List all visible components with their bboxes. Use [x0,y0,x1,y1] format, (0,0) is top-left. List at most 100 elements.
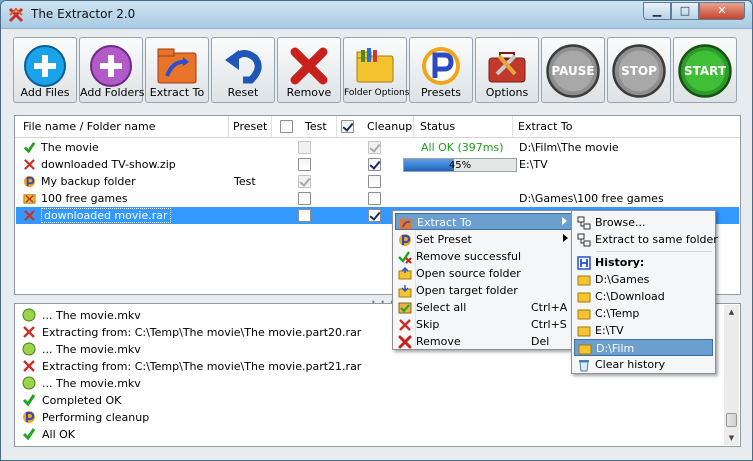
toolbar: Add Files Add Folders Extract To Reset R… [13,37,741,103]
menu-item-remove-successful[interactable]: Remove successful [395,248,572,265]
column-separator[interactable] [512,116,513,138]
history-item[interactable]: D:\Games [574,271,713,288]
menu-item-set-preset[interactable]: Set Preset [395,231,572,248]
column-separator[interactable] [413,116,414,138]
menu-item-label: Remove [416,335,461,348]
add-files-icon [24,45,66,87]
file-row[interactable]: The movie All OK (397ms) D:\Film\The mov… [16,139,739,156]
submenu-clear-history[interactable]: Clear history [574,356,713,373]
menu-item-label: Remove successful [416,250,522,263]
test-checkbox[interactable] [298,158,311,171]
history-item[interactable]: C:\Download [574,288,713,305]
options-icon [488,52,526,83]
folder-icon [577,326,591,337]
log-text: All OK [42,428,76,441]
submenu-browse[interactable]: Browse... [574,214,713,231]
reset-button[interactable]: Reset [211,37,275,103]
folder-icon [23,194,36,204]
history-item[interactable]: C:\Temp [574,305,713,322]
test-checkbox[interactable] [298,175,311,188]
remove-button[interactable]: Remove [277,37,341,103]
title-bar: The Extractor 2.0 ▁ □ ✕ [1,1,752,29]
extract-to-button[interactable]: Extract To [145,37,209,103]
history-item-selected[interactable]: D:\Film [574,339,713,356]
submenu-same-folder[interactable]: Extract to same folder [574,231,718,248]
header-preset[interactable]: Preset [233,120,267,133]
log-text: ... The movie.mkv [42,343,141,356]
header-test[interactable]: Test [305,120,327,133]
start-button[interactable]: START [673,37,737,103]
menu-item-label: Skip [416,318,440,331]
close-button[interactable]: ✕ [699,2,745,20]
folder-options-button[interactable]: Folder Options [343,37,410,103]
close-icon: ✕ [717,4,727,17]
menu-item-open-source-folder[interactable]: Open source folder [395,265,572,282]
cleanup-checkbox[interactable] [368,175,381,188]
app-logo-icon [8,7,24,23]
submenu-label: Extract to same folder [595,233,718,246]
submenu-arrow-icon [562,217,567,225]
test-checkbox[interactable] [298,192,311,205]
reset-label: Reset [227,86,259,99]
file-row[interactable]: downloaded TV-show.zip 45% E:\TV [16,156,739,173]
header-status[interactable]: Status [420,120,455,133]
menu-item-remove[interactable]: Remove Del [395,333,572,350]
extract-to-submenu: Browse... Extract to same folder History… [571,210,718,374]
log-scrollbar[interactable]: ▲ ▼ [724,305,739,445]
presets-button[interactable]: Presets [409,37,473,103]
menu-item-open-target-folder[interactable]: Open target folder [395,282,572,299]
file-row[interactable]: 100 free games D:\Games\100 free games [16,190,739,207]
maximize-button[interactable]: □ [671,2,699,20]
log-text: Extracting from: C:\Temp\The movie\The m… [42,360,362,373]
pause-button[interactable]: PAUSE [541,37,605,103]
file-list-header: File name / Folder name Preset Test Clea… [15,116,740,138]
header-cleanup-checkbox[interactable] [341,120,354,133]
scroll-down-icon[interactable]: ▼ [724,431,739,445]
stop-button[interactable]: STOP [607,37,671,103]
check-x-icon [398,251,412,264]
minimize-button[interactable]: ▁ [643,2,671,20]
header-test-checkbox[interactable] [280,120,293,133]
test-checkbox[interactable] [298,209,311,222]
history-path: D:\Film [596,342,635,355]
options-button[interactable]: Options [475,37,539,103]
add-files-button[interactable]: Add Files [13,37,77,103]
mkv-icon [22,308,36,322]
history-path: C:\Temp [595,307,640,320]
pause-text: PAUSE [551,64,595,78]
row-name: My backup folder [41,175,136,188]
submenu-history-header: History: [574,254,713,271]
remove-icon [398,335,412,349]
menu-item-extract-to[interactable]: Extract To [395,213,572,230]
add-folders-button[interactable]: Add Folders [79,37,145,103]
menu-item-label: Set Preset [416,233,472,246]
test-checkbox[interactable] [298,141,311,154]
history-item[interactable]: E:\TV [574,322,713,339]
column-separator[interactable] [271,116,272,138]
row-status: All OK (397ms) [421,141,504,154]
cleanup-checkbox[interactable] [368,158,381,171]
header-cleanup[interactable]: Cleanup [367,120,412,133]
menu-item-skip[interactable]: Skip Ctrl+S [395,316,572,333]
mkv-icon [22,342,36,356]
menu-item-select-all[interactable]: Select all Ctrl+A [395,299,572,316]
file-row[interactable]: My backup folder Test [16,173,739,190]
main-window: The Extractor 2.0 ▁ □ ✕ Add Files Add Fo… [0,0,753,461]
row-name: downloaded movie.rar [41,208,171,223]
folder-options-label: Folder Options [344,88,410,98]
scroll-up-icon[interactable]: ▲ [724,305,739,319]
preset-icon [23,175,36,188]
header-extract-to[interactable]: Extract To [518,120,572,133]
column-separator[interactable] [336,116,337,138]
scroll-thumb[interactable] [726,413,737,427]
column-separator[interactable] [228,116,229,138]
cleanup-checkbox[interactable] [368,209,381,222]
log-text: Extracting from: C:\Temp\The movie\The m… [42,326,362,339]
cleanup-checkbox[interactable] [368,141,381,154]
row-extract-to: D:\Film\The movie [519,141,619,154]
add-folders-icon [90,45,132,87]
menu-item-label: Extract To [417,216,472,229]
recycle-bin-icon [579,360,589,372]
cleanup-checkbox[interactable] [368,192,381,205]
header-name[interactable]: File name / Folder name [23,120,155,133]
